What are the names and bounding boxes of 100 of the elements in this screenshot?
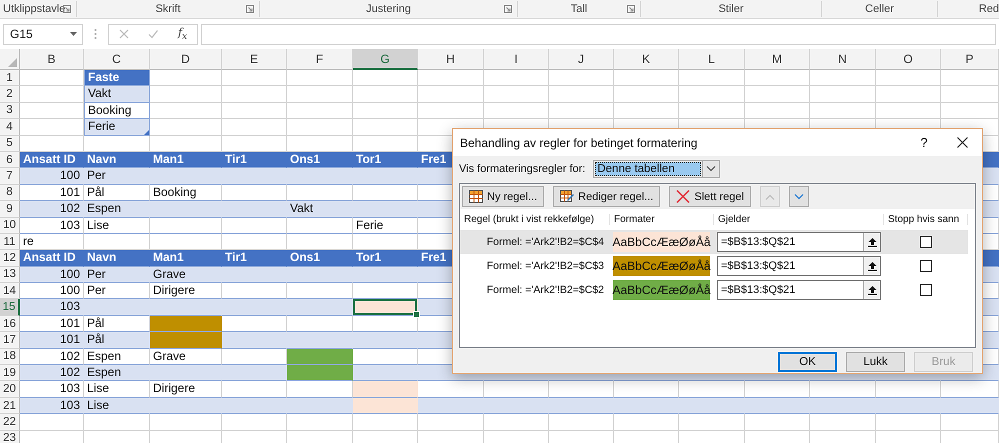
empty-cell <box>418 86 484 103</box>
column-header[interactable]: L <box>679 49 745 70</box>
row-number[interactable]: 5 <box>0 136 20 152</box>
applies-to-field[interactable]: =$B$13:$Q$21 <box>717 256 881 276</box>
column-header[interactable]: B <box>20 49 84 70</box>
row-number[interactable]: 22 <box>0 414 20 431</box>
column-header[interactable]: P <box>941 49 999 70</box>
column-header[interactable]: K <box>614 49 679 70</box>
empty-cell <box>549 70 614 86</box>
row-number[interactable]: 21 <box>0 398 20 414</box>
rule-formula: Formel: ='Ark2'!B2=$C$3 <box>486 260 605 272</box>
empty-cell <box>614 86 679 103</box>
row-number[interactable]: 6 <box>0 152 20 168</box>
close-icon <box>956 137 968 148</box>
range-select-button[interactable] <box>863 257 880 275</box>
fill-handle[interactable] <box>413 310 420 318</box>
row-number[interactable]: 1 <box>0 70 20 86</box>
row-number[interactable]: 15 <box>0 299 20 316</box>
table-cell: 102 <box>20 365 84 382</box>
cancel-icon[interactable] <box>118 29 129 39</box>
stop-checkbox[interactable] <box>920 260 932 272</box>
name-box[interactable]: G15 <box>3 24 83 44</box>
delete-rule-button[interactable]: Slett regel <box>669 186 751 207</box>
empty-cell <box>810 86 876 103</box>
range-select-button[interactable] <box>863 281 880 299</box>
applies-to-field[interactable]: =$B$13:$Q$21 <box>717 280 881 300</box>
grip-icon[interactable] <box>94 28 97 40</box>
empty-cell <box>353 70 418 86</box>
new-rule-button[interactable]: Ny regel... <box>462 186 544 207</box>
row-number[interactable]: 4 <box>0 119 20 136</box>
column-header[interactable]: N <box>810 49 876 70</box>
dialog-button[interactable]: Lukk <box>846 352 905 372</box>
rule-row[interactable]: Formel: ='Ark2'!B2=$C$4 AaBbCcÆæØøÅå =$B$13:$Q$21 <box>460 230 968 254</box>
ribbon-group-label: Red <box>978 3 999 15</box>
column-header[interactable]: J <box>549 49 614 70</box>
table-pencil-icon <box>560 190 574 203</box>
column-header[interactable]: E <box>222 49 287 70</box>
empty-cell <box>549 414 614 431</box>
formula-field[interactable] <box>201 24 996 44</box>
row-number[interactable]: 20 <box>0 381 20 398</box>
applies-to-field[interactable]: =$B$13:$Q$21 <box>717 232 881 252</box>
stop-checkbox[interactable] <box>920 236 932 248</box>
chevron-up-icon <box>764 194 775 200</box>
table-cell: Per <box>84 266 150 284</box>
column-header[interactable]: M <box>745 49 810 70</box>
check-icon[interactable] <box>148 29 158 39</box>
row-number[interactable]: 12 <box>0 250 20 267</box>
empty-cell <box>353 414 418 431</box>
table-icon <box>469 190 483 203</box>
empty-cell <box>287 86 353 103</box>
table-cell: Vakt <box>84 86 150 103</box>
launcher-icon[interactable] <box>246 5 254 13</box>
empty-cell <box>941 102 999 120</box>
table-cell: 103 <box>20 218 84 234</box>
empty-cell <box>549 86 614 103</box>
row-number[interactable]: 7 <box>0 168 20 185</box>
chevron-down-icon <box>794 194 804 200</box>
range-select-button[interactable] <box>863 233 880 251</box>
insert-function-button[interactable]: f$_{x}$ <box>178 26 188 42</box>
launcher-icon[interactable] <box>627 5 635 13</box>
column-heading: Regel (brukt i vist rekkefølge) <box>460 214 610 225</box>
column-header[interactable]: C <box>84 49 150 70</box>
header-cell: Ons1 <box>287 152 353 168</box>
empty-cell <box>876 70 941 86</box>
column-header[interactable]: F <box>287 49 353 70</box>
row-number[interactable]: 19 <box>0 365 20 382</box>
row-number[interactable]: 16 <box>0 316 20 332</box>
edit-rule-button[interactable]: Rediger regel... <box>553 186 660 207</box>
column-header[interactable]: O <box>876 49 941 70</box>
row-number[interactable]: 2 <box>0 86 20 103</box>
down-rule-button[interactable] <box>788 186 809 207</box>
column-header[interactable]: H <box>418 49 484 70</box>
header-cell: Navn <box>84 152 150 168</box>
column-header[interactable]: I <box>484 49 549 70</box>
column-header[interactable]: G <box>353 49 418 70</box>
row-number[interactable]: 10 <box>0 218 20 234</box>
header-cell: Tor1 <box>353 250 418 267</box>
help-button[interactable]: ? <box>906 135 942 150</box>
row-number[interactable]: 13 <box>0 266 20 284</box>
ribbon-group-label: Stiler <box>718 3 744 15</box>
launcher-icon[interactable] <box>504 5 512 13</box>
row-number[interactable]: 23 <box>0 430 20 443</box>
row-number[interactable]: 17 <box>0 332 20 349</box>
table-cell: Espen <box>84 365 150 382</box>
column-header[interactable]: D <box>150 49 222 70</box>
row-number[interactable]: 8 <box>0 184 20 202</box>
row-number[interactable]: 14 <box>0 283 20 300</box>
empty-cell <box>418 70 484 86</box>
row-number[interactable]: 9 <box>0 201 20 218</box>
row-number[interactable]: 18 <box>0 348 20 366</box>
stop-checkbox[interactable] <box>920 284 932 296</box>
resize-handle-icon[interactable] <box>144 130 149 135</box>
empty-cell <box>222 70 287 86</box>
row-number[interactable]: 11 <box>0 234 20 250</box>
row-number[interactable]: 3 <box>0 102 20 120</box>
ribbon-group-label: Justering <box>366 3 411 15</box>
dialog-title: Behandling av regler for betinget formatering <box>460 136 698 150</box>
table-cell: Ferie <box>353 218 418 234</box>
dialog-button[interactable]: OK <box>778 352 837 372</box>
scope-dropdown[interactable]: Denne tabellen <box>593 160 720 178</box>
